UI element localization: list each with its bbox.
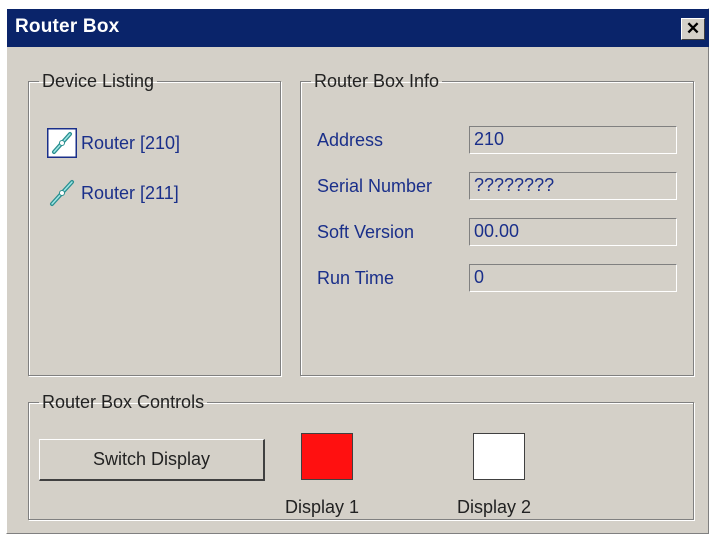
link-icon [47, 178, 77, 208]
soft-version-field: 00.00 [469, 218, 677, 246]
display-1-label: Display 1 [285, 497, 360, 517]
address-field: 210 [469, 126, 677, 154]
display-2-label: Display 2 [457, 497, 532, 517]
title-bar[interactable]: Router Box ✕ [7, 9, 709, 47]
serial-number-label: Serial Number [317, 176, 433, 196]
device-listing-group: Device Listing Router [210] Router [211] [28, 71, 281, 376]
serial-number-field: ???????? [469, 172, 677, 200]
device-item-router-211[interactable]: Router [211] [47, 178, 179, 208]
display-1-indicator [301, 433, 353, 480]
run-time-label: Run Time [317, 268, 395, 288]
soft-version-label: Soft Version [317, 222, 415, 242]
link-icon [47, 128, 77, 158]
router-box-info-group: Router Box Info Address 210 Serial Numbe… [300, 71, 694, 376]
close-button[interactable]: ✕ [681, 18, 705, 40]
device-item-router-210[interactable]: Router [210] [47, 128, 180, 158]
close-icon: ✕ [685, 19, 701, 38]
window-title: Router Box [15, 16, 120, 37]
switch-display-button[interactable]: Switch Display [39, 439, 265, 481]
router-box-window: Router Box ✕ Device Listing Router [210] [6, 8, 709, 534]
router-box-controls-legend: Router Box Controls [42, 392, 205, 412]
router-box-controls-group: Router Box Controls Switch Display Displ… [28, 392, 694, 520]
device-item-label: Router [211] [81, 182, 179, 203]
display-2-indicator [473, 433, 525, 480]
switch-display-label: Switch Display [92, 449, 211, 469]
device-listing-legend: Device Listing [42, 71, 155, 91]
address-label: Address [317, 130, 384, 150]
run-time-field: 0 [469, 264, 677, 292]
device-item-label: Router [210] [81, 132, 181, 153]
router-box-info-legend: Router Box Info [314, 71, 440, 91]
